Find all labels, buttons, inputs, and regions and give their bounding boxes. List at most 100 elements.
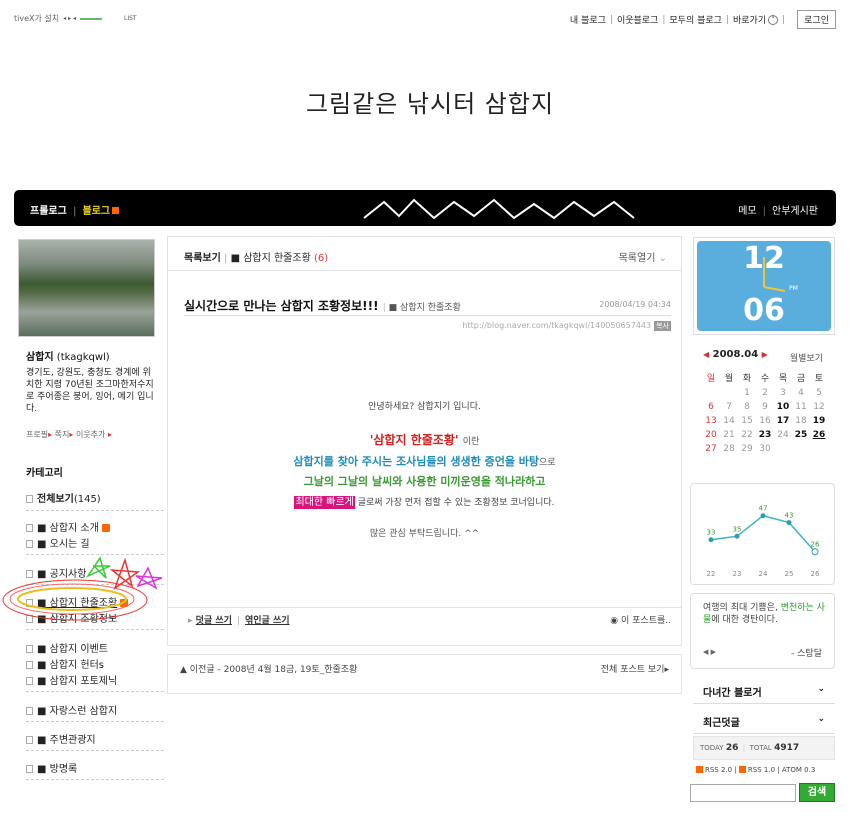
- calendar-weekday: 월: [724, 374, 734, 384]
- visitor-x-label: 22: [707, 570, 716, 578]
- calendar-month: 2008.04: [712, 349, 759, 360]
- calendar-day[interactable]: 19: [810, 416, 828, 426]
- nav-blog[interactable]: 블로그: [82, 206, 110, 217]
- calendar-day[interactable]: 1: [738, 388, 756, 398]
- rss1-link[interactable]: RSS 1.0: [748, 766, 775, 774]
- calendar-day[interactable]: 14: [720, 416, 738, 426]
- current-category: ■ 삼합지 한줄조황: [230, 253, 311, 264]
- calendar-day[interactable]: 23: [756, 430, 774, 440]
- calendar-weekday: 목: [778, 374, 788, 384]
- category-item[interactable]: ■ 삼합지 포토제닉: [26, 672, 117, 687]
- my-blog-link[interactable]: 내 블로그: [570, 13, 606, 26]
- visitor-value-label: 26: [811, 541, 820, 549]
- category-item[interactable]: ■ 삼합지 소개: [26, 519, 110, 534]
- post-footer: ▸ 덧글 쓰기 | 엮인글 쓰기 ◉ 이 포스트를..: [168, 607, 681, 647]
- profile-link[interactable]: 프로필: [26, 430, 48, 439]
- category-item[interactable]: ■ 삼합지 이벤트: [26, 640, 108, 655]
- post-line: 그날의 그날의 날씨와 사용한 미끼운영을 적나라하고: [303, 475, 546, 488]
- calendar-day[interactable]: 10: [774, 402, 792, 412]
- calendar-day[interactable]: 4: [792, 388, 810, 398]
- calendar-day[interactable]: 29: [738, 444, 756, 454]
- calendar-day[interactable]: 2: [756, 388, 774, 398]
- calendar-day[interactable]: 15: [738, 416, 756, 426]
- post-url: http://blog.naver.com/tkagkqwl/140050657…: [462, 321, 671, 331]
- calendar-day[interactable]: 20: [702, 430, 720, 440]
- category-item[interactable]: ■ 방명록: [26, 760, 77, 775]
- clock-ampm: PM: [789, 285, 798, 292]
- shortcut-link[interactable]: 바로가기: [733, 13, 766, 26]
- add-neighbor-link[interactable]: 이웃추가: [76, 430, 105, 439]
- chevron-down-icon: ⌄: [817, 714, 825, 724]
- message-link[interactable]: 쪽지: [55, 430, 70, 439]
- rss-icon: [696, 766, 703, 773]
- calendar-day[interactable]: 30: [756, 444, 774, 454]
- calendar-day[interactable]: 18: [792, 416, 810, 426]
- calendar-day[interactable]: 13: [702, 416, 720, 426]
- view-list-link[interactable]: 목록보기: [184, 253, 221, 264]
- profile-links: 프로필▸ 쪽지▸ 이웃추가 ▸: [26, 430, 112, 439]
- calendar-day[interactable]: 8: [738, 402, 756, 412]
- chevron-down-icon[interactable]: ˅: [768, 14, 779, 25]
- calendar-day[interactable]: 12: [810, 402, 828, 412]
- open-list-button[interactable]: 목록열기 ⌄: [619, 249, 667, 264]
- visitor-x-label: 25: [785, 570, 794, 578]
- comment-write-link[interactable]: 덧글 쓰기: [196, 616, 232, 626]
- share-icon: ◉: [610, 616, 619, 626]
- quote-widget: 여행의 최대 기쁨은, 변천하는 사물에 대한 경탄이다. ◀ ▶ - 스탕달: [690, 593, 835, 669]
- everyone-blog-link[interactable]: 모두의 블로그: [669, 13, 722, 26]
- calendar-day[interactable]: 26: [810, 430, 828, 440]
- search-input[interactable]: [690, 784, 796, 802]
- profile-description: 경기도, 강원도, 충청도 경계에 위치한 지령 70년된 조그마한저수지로 주…: [26, 368, 154, 414]
- calendar-day[interactable]: 11: [792, 402, 810, 412]
- calendar-day[interactable]: 28: [720, 444, 738, 454]
- post-greeting: 안녕하세요? 삼합지기 입니다.: [368, 402, 481, 412]
- activex-text: tiveX가 설치: [14, 14, 60, 23]
- monthly-view-link[interactable]: 월별보기: [790, 351, 823, 364]
- category-item[interactable]: ■ 주변관광지: [26, 731, 96, 746]
- visitor-point: [734, 533, 740, 539]
- play-icon: ▸: [664, 665, 669, 675]
- next-month-arrow[interactable]: ▶: [762, 350, 768, 359]
- visitor-value-label: 35: [733, 525, 742, 533]
- visitor-graph: 33 22 35 23 47 24 43 25 26 26: [690, 483, 835, 585]
- copy-url-button[interactable]: 복사: [654, 321, 671, 331]
- calendar-day[interactable]: 17: [774, 416, 792, 426]
- prev-month-arrow[interactable]: ◀: [703, 350, 709, 359]
- calendar-day[interactable]: 25: [792, 430, 810, 440]
- category-item[interactable]: ■ 삼합지 헌터s: [26, 656, 104, 671]
- search-button[interactable]: 검색: [799, 783, 835, 802]
- prev-post-link[interactable]: ▲ 이전글 - 2008년 4월 18금, 19토_한줄조황: [180, 662, 357, 675]
- category-all[interactable]: 전체보기(145): [26, 490, 101, 505]
- rss-icon: [738, 766, 746, 773]
- recent-comments-section[interactable]: 최근덧글 ⌄: [693, 706, 835, 734]
- rss2-link[interactable]: RSS 2.0: [705, 766, 732, 774]
- calendar-day[interactable]: 21: [720, 430, 738, 440]
- calendar-day[interactable]: 5: [810, 388, 828, 398]
- quote-nav-arrows[interactable]: ◀ ▶: [703, 648, 716, 656]
- all-posts-link[interactable]: 전체 포스트 보기▸: [601, 662, 669, 675]
- clock-hands: [763, 257, 786, 292]
- category-item[interactable]: ■ 자랑스런 삼합지: [26, 702, 117, 717]
- player-progress[interactable]: [79, 17, 102, 20]
- share-post-button[interactable]: ◉ 이 포스트를..: [610, 613, 671, 626]
- calendar-day[interactable]: 24: [774, 430, 792, 440]
- calendar-day[interactable]: 3: [774, 388, 792, 398]
- calendar-day[interactable]: 27: [702, 444, 720, 454]
- login-button[interactable]: 로그인: [797, 10, 836, 29]
- calendar-day[interactable]: 9: [756, 402, 774, 412]
- post-category[interactable]: | ■ 삼합지 한줄조황: [383, 303, 461, 313]
- player-prev-icon[interactable]: ◂ ▸ ◂: [63, 15, 76, 22]
- trackback-write-link[interactable]: 엮인글 쓰기: [245, 616, 290, 626]
- highlight-scribble: [2, 556, 163, 621]
- nav-prologue[interactable]: 프롤로그: [30, 206, 67, 217]
- player-list[interactable]: LIST: [124, 15, 137, 22]
- calendar-day[interactable]: 7: [720, 402, 738, 412]
- calendar-day[interactable]: 6: [702, 402, 720, 412]
- neighbor-blog-link[interactable]: 이웃블로그: [617, 13, 658, 26]
- calendar-day[interactable]: 16: [756, 416, 774, 426]
- nav-board[interactable]: 안부게시판: [772, 206, 818, 217]
- recent-visitors-section[interactable]: 다녀간 블로거 ⌄: [693, 676, 835, 704]
- calendar-day[interactable]: 22: [738, 430, 756, 440]
- atom-link[interactable]: ATOM 0.3: [782, 766, 815, 774]
- nav-memo[interactable]: 메모: [738, 206, 756, 217]
